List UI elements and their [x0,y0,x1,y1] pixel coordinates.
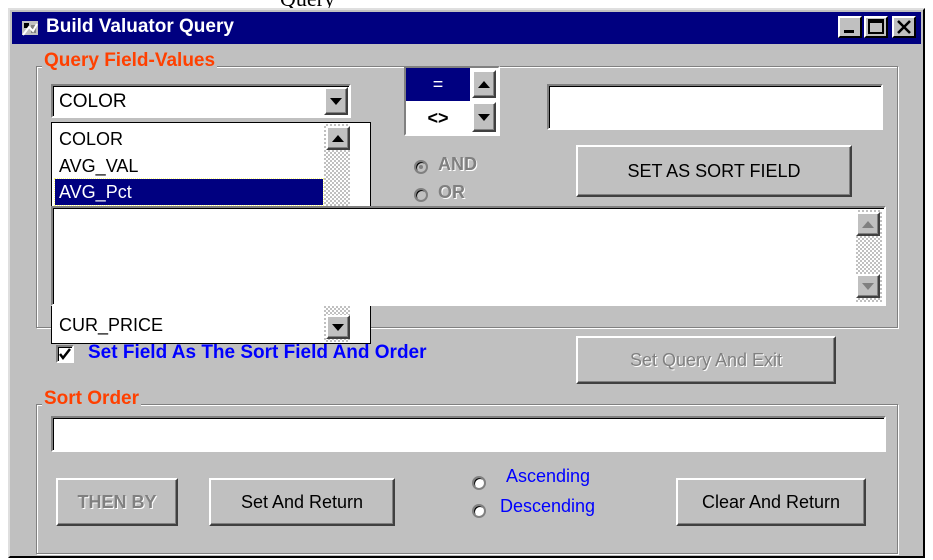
chevron-down-icon [332,323,344,331]
field-combo-value: COLOR [59,91,127,112]
set-query-and-exit-label: Set Query And Exit [629,349,783,370]
operator-option[interactable]: <> [406,102,470,134]
sort-field-checkbox[interactable] [56,345,74,363]
or-radio[interactable] [414,188,428,202]
set-as-sort-field-label: SET AS SORT FIELD [627,160,801,181]
set-query-and-exit-button[interactable]: Set Query And Exit [576,336,836,384]
then-by-button[interactable]: THEN BY [56,478,178,526]
field-combo[interactable]: COLOR [51,84,351,118]
maximize-button[interactable] [864,16,888,38]
field-list-item[interactable]: CUR_PRICE [55,312,323,338]
and-radio[interactable] [414,160,428,174]
field-list-item[interactable]: AVG_VAL [55,153,323,179]
checkmark-icon [59,348,71,361]
set-and-return-label: Set And Return [240,491,364,512]
clear-and-return-button[interactable]: Clear And Return [676,478,866,526]
query-fields-legend: Query Field-Values [42,50,218,72]
operator-option-selected[interactable]: = [406,68,470,101]
close-button[interactable] [892,16,916,38]
operator-scroll-up-button[interactable] [472,70,496,98]
set-and-return-button[interactable]: Set And Return [209,478,395,526]
chevron-up-icon [478,80,490,88]
sort-order-legend: Sort Order [42,388,142,410]
query-textarea[interactable] [51,206,886,306]
ascending-radio-label[interactable]: Ascending [506,466,590,487]
minimize-icon [844,30,854,33]
operator-list[interactable]: = <> [404,66,500,136]
field-combo-dropdown-button[interactable] [324,87,348,115]
and-radio-label: AND [438,154,477,174]
chevron-up-icon [332,134,344,142]
chevron-down-icon [478,113,490,121]
chevron-up-icon [862,220,874,228]
or-radio-label: OR [438,182,465,202]
clear-and-return-label: Clear And Return [701,491,841,512]
then-by-label: THEN BY [77,491,157,512]
field-list-item[interactable]: COLOR [55,126,323,152]
field-list-item[interactable]: AVG_Pct [54,178,324,207]
app-icon [22,21,38,36]
list-scroll-up-button[interactable] [326,126,350,150]
maximize-icon [868,19,884,34]
query-scroll-down-button[interactable] [856,274,880,298]
operator-scroll-down-button[interactable] [472,102,496,132]
sort-order-input[interactable] [51,416,886,452]
chevron-down-icon [862,282,874,290]
set-as-sort-field-button[interactable]: SET AS SORT FIELD [576,145,852,197]
title-bar[interactable]: Build Valuator Query [12,12,921,44]
list-scroll-down-button[interactable] [326,315,350,339]
window-title: Build Valuator Query [46,16,234,37]
descending-radio-label[interactable]: Descending [500,496,595,517]
dialog-window: Build Valuator Query Query Field-Values … [8,8,925,558]
minimize-button[interactable] [838,16,862,38]
query-scroll-up-button[interactable] [856,212,880,236]
close-icon [897,20,911,34]
chevron-down-icon [330,97,342,105]
sort-field-checkbox-label[interactable]: Set Field As The Sort Field And Order [88,342,427,364]
value-input[interactable] [547,84,883,130]
ascending-radio[interactable] [472,476,486,490]
descending-radio[interactable] [472,504,486,518]
